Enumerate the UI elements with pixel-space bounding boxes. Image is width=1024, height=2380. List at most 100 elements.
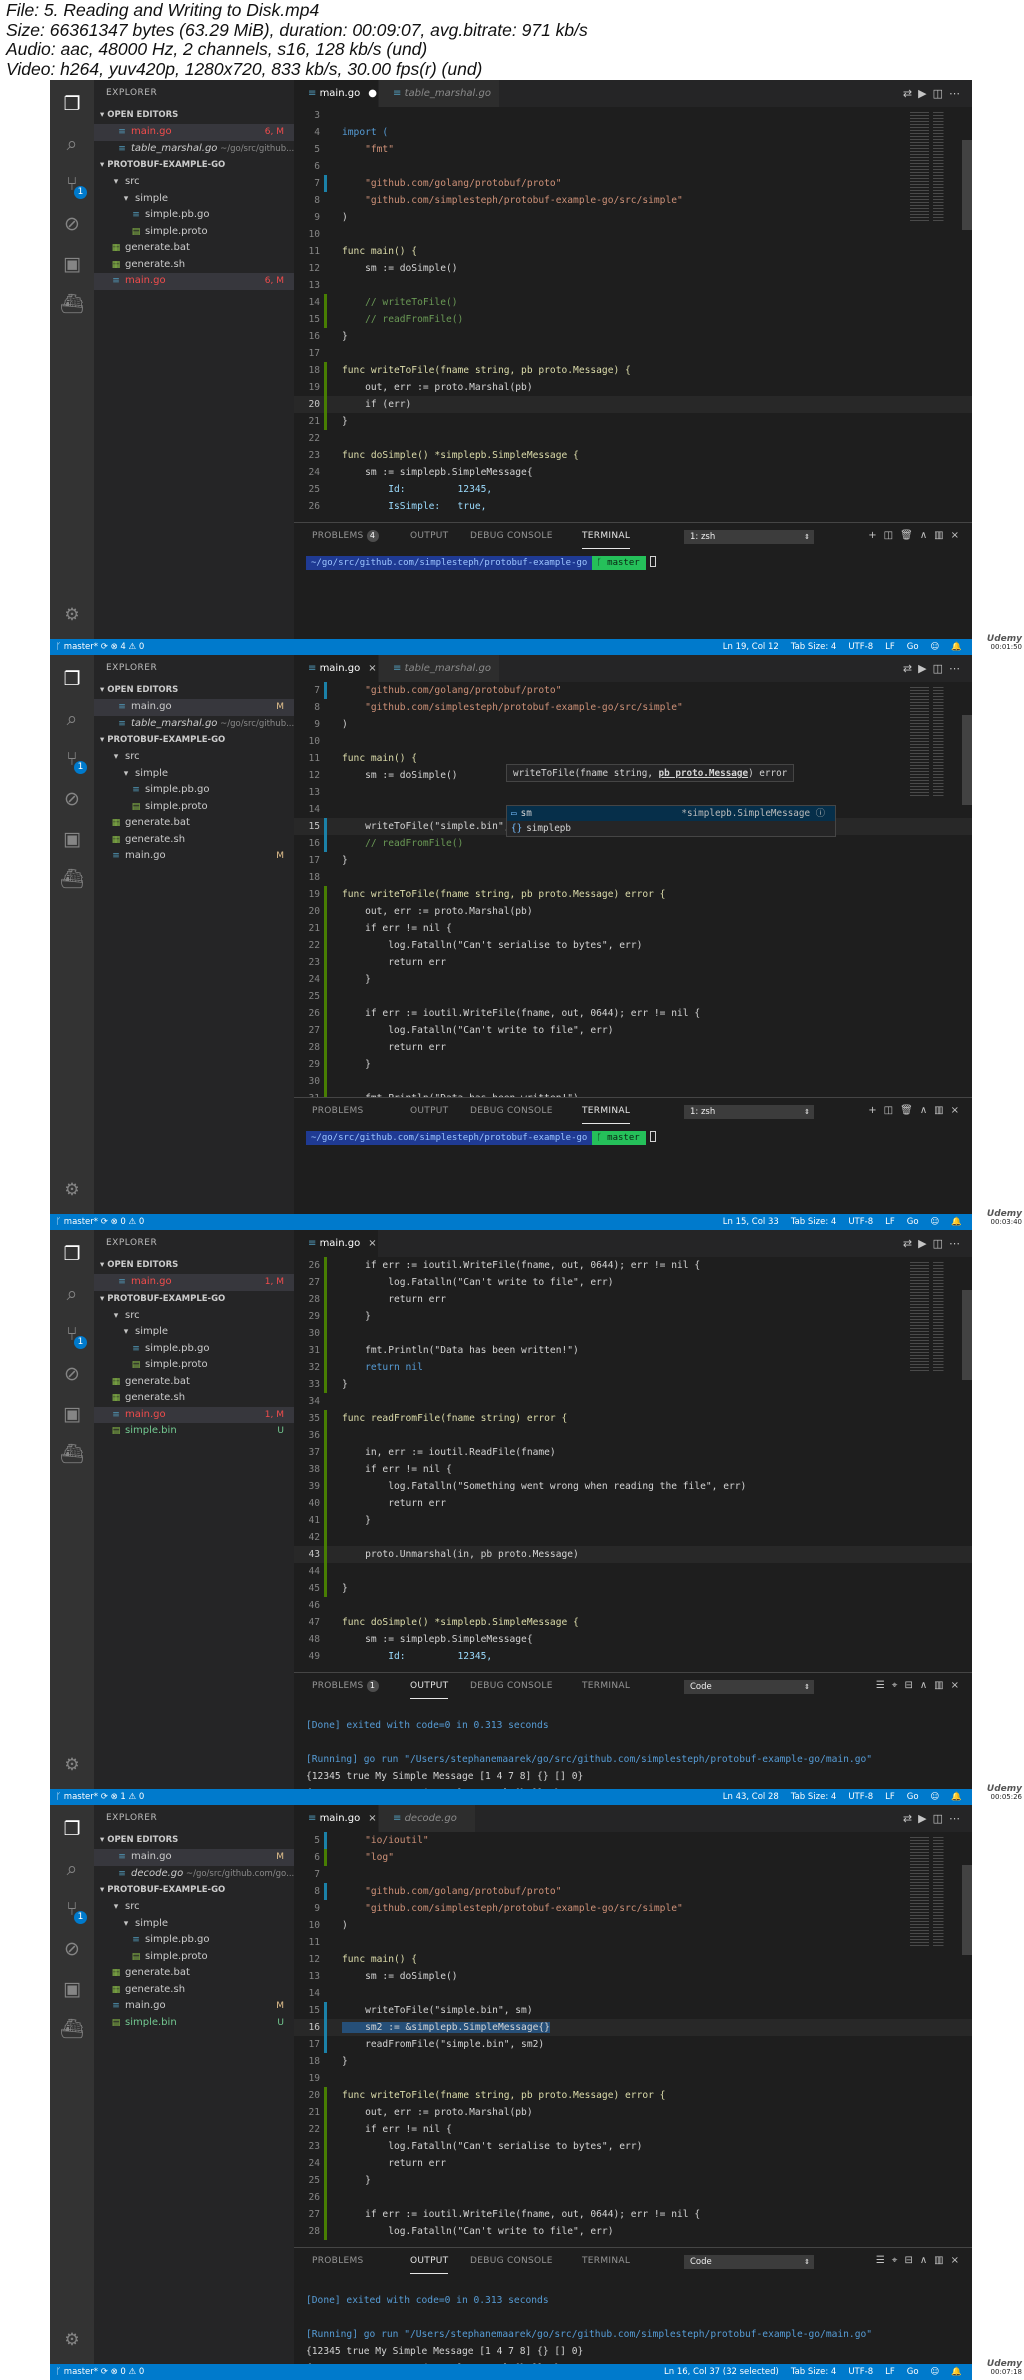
explorer-icon[interactable]: ❐ [50,1809,94,1849]
feedback-smile-icon[interactable]: ☺ [931,642,940,652]
tree-item[interactable]: ≡ main.go M [94,848,294,865]
source-control-icon[interactable]: ⑂ 1 [50,1314,94,1354]
explorer-icon[interactable]: ❐ [50,659,94,699]
explorer-icon[interactable]: ❐ [50,1234,94,1274]
search-icon[interactable]: ⌕ [50,124,94,164]
open-editor-item[interactable]: ≡ main.go 6, M [94,124,294,141]
feedback-smile-icon[interactable]: ☺ [931,2367,940,2377]
status-cursor-position[interactable]: Ln 43, Col 28 [723,1792,779,1802]
autocomplete-item[interactable]: {} simplepb [507,821,835,836]
status-language[interactable]: Go [907,2367,919,2377]
panel-tab-debug-console[interactable]: DEBUG CONSOLE [470,2248,553,2274]
open-editor-item[interactable]: ≡ table_marshal.go ~/go/src/github... [94,141,294,158]
status-tab-size[interactable]: Tab Size: 4 [791,1792,837,1802]
search-icon[interactable]: ⌕ [50,1849,94,1889]
new-terminal-icon[interactable]: + [868,530,883,541]
open-editor-item[interactable]: ≡ main.go M [94,699,294,716]
new-terminal-icon[interactable]: + [868,1105,883,1116]
terminal-prompt[interactable]: ~/go/src/github.com/simplesteph/protobuf… [306,556,656,570]
docker-icon[interactable]: ⛴ [50,859,94,899]
panel-tab-terminal[interactable]: TERMINAL [582,1673,630,1699]
status-branch[interactable]: ᚴ master* [56,2367,98,2377]
editor-scrollbar[interactable] [962,1290,972,1380]
compare-icon[interactable]: ⇄ [903,87,918,100]
minimap[interactable] [910,1837,958,1947]
split-editor-icon[interactable]: ◫ [933,1812,949,1825]
source-control-icon[interactable]: ⑂ 1 [50,164,94,204]
panel-tab-terminal[interactable]: TERMINAL [582,523,631,549]
source-control-icon[interactable]: ⑂ 1 [50,739,94,779]
close-panel-icon[interactable]: × [951,1680,966,1691]
settings-gear-icon[interactable]: ⚙ [50,595,94,635]
docker-icon[interactable]: ⛴ [50,1434,94,1474]
status-encoding[interactable]: UTF-8 [848,642,873,652]
clear-output-icon[interactable]: ☰ [876,1680,892,1691]
notifications-bell-icon[interactable]: 🔔 [951,2367,962,2377]
status-language[interactable]: Go [907,1792,919,1802]
tree-item[interactable]: ≡ simple.pb.go [94,782,294,799]
clear-output-icon[interactable]: ☰ [876,2255,892,2266]
tree-item[interactable]: ▦ generate.bat [94,1965,294,1982]
panel-tab-output[interactable]: OUTPUT [410,523,448,549]
settings-gear-icon[interactable]: ⚙ [50,1745,94,1785]
status-eol[interactable]: LF [885,642,895,652]
tree-item[interactable]: ≡ simple.pb.go [94,1932,294,1949]
panel-tab-terminal[interactable]: TERMINAL [582,2248,630,2274]
kill-terminal-icon[interactable]: 🗑 [900,1105,920,1116]
tree-item[interactable]: ▤ simple.proto [94,799,294,816]
lock-scroll-icon[interactable]: ⌖ [892,2255,905,2266]
run-icon[interactable]: ▶ [918,87,932,100]
status-tab-size[interactable]: Tab Size: 4 [791,1217,837,1227]
status-branch[interactable]: ᚴ master* [56,1792,98,1802]
panel-tab-problems[interactable]: PROBLEMS 4 [312,523,379,549]
status-problems[interactable]: ⊗ 4 ⚠ 0 [111,642,145,652]
code-editor[interactable]: 7 "github.com/golang/protobuf/proto" 8 "g… [294,682,972,1097]
search-icon[interactable]: ⌕ [50,699,94,739]
close-tab-icon[interactable]: × [368,1238,376,1249]
extensions-icon[interactable]: ▣ [50,1969,94,2009]
close-panel-icon[interactable]: × [951,530,966,541]
panel-tab-output[interactable]: OUTPUT [410,1098,448,1124]
code-editor[interactable]: 3 4 import (5 "fmt" 6 7 "github.com/golang/p… [294,107,972,522]
editor-tab[interactable]: ≡ main.go × [294,1230,378,1257]
project-folder-header[interactable]: ▾ PROTOBUF-EXAMPLE-GO [94,1291,294,1308]
tree-item[interactable]: ▾ simple [94,766,294,783]
maximize-panel-icon[interactable]: ∧ [920,1680,934,1691]
tree-item[interactable]: ≡ main.go 1, M [94,1406,294,1423]
source-control-icon[interactable]: ⑂ 1 [50,1889,94,1929]
more-actions-icon[interactable]: ⋯ [949,1812,966,1825]
split-editor-icon[interactable]: ◫ [933,662,949,675]
feedback-smile-icon[interactable]: ☺ [931,1217,940,1227]
more-actions-icon[interactable]: ⋯ [949,1237,966,1250]
toggle-layout-icon[interactable]: ▥ [934,1105,950,1116]
notifications-bell-icon[interactable]: 🔔 [951,1217,962,1227]
tree-item[interactable]: ▦ generate.sh [94,832,294,849]
status-tab-size[interactable]: Tab Size: 4 [791,642,837,652]
close-tab-icon[interactable]: × [368,663,376,674]
kill-terminal-icon[interactable]: 🗑 [900,530,920,541]
status-language[interactable]: Go [907,1217,919,1227]
open-editors-header[interactable]: ▾ OPEN EDITORS [94,107,294,124]
editor-tab[interactable]: ≡ main.go × [294,655,378,682]
notifications-bell-icon[interactable]: 🔔 [951,642,962,652]
tree-item[interactable]: ▦ generate.sh [94,1390,294,1407]
panel-tab-debug-console[interactable]: DEBUG CONSOLE [470,1098,553,1124]
output-channel-select[interactable]: Code ⇕ [684,1680,814,1694]
tree-item[interactable]: ▦ generate.bat [94,240,294,257]
editor-tab[interactable]: ≡ decode.go [379,1805,475,1832]
close-panel-icon[interactable]: × [951,1105,966,1116]
run-icon[interactable]: ▶ [918,1237,932,1250]
tree-item[interactable]: ▤ simple.proto [94,224,294,241]
autocomplete-dropdown[interactable]: ▭ sm *simplepb.SimpleMessage ⓘ {} simplepb [506,805,836,837]
project-folder-header[interactable]: ▾ PROTOBUF-EXAMPLE-GO [94,1882,294,1899]
minimap[interactable] [910,112,958,222]
lock-scroll-icon[interactable]: ⌖ [892,1680,905,1691]
panel-tab-output[interactable]: OUTPUT [410,1673,449,1699]
status-encoding[interactable]: UTF-8 [848,1792,873,1802]
feedback-smile-icon[interactable]: ☺ [931,1792,940,1802]
tree-item[interactable]: ▤ simple.bin U [94,2015,294,2032]
debug-icon[interactable]: ⊘ [50,779,94,819]
terminal-select[interactable]: 1: zsh ⇕ [684,530,814,544]
debug-icon[interactable]: ⊘ [50,1354,94,1394]
status-eol[interactable]: LF [885,1217,895,1227]
